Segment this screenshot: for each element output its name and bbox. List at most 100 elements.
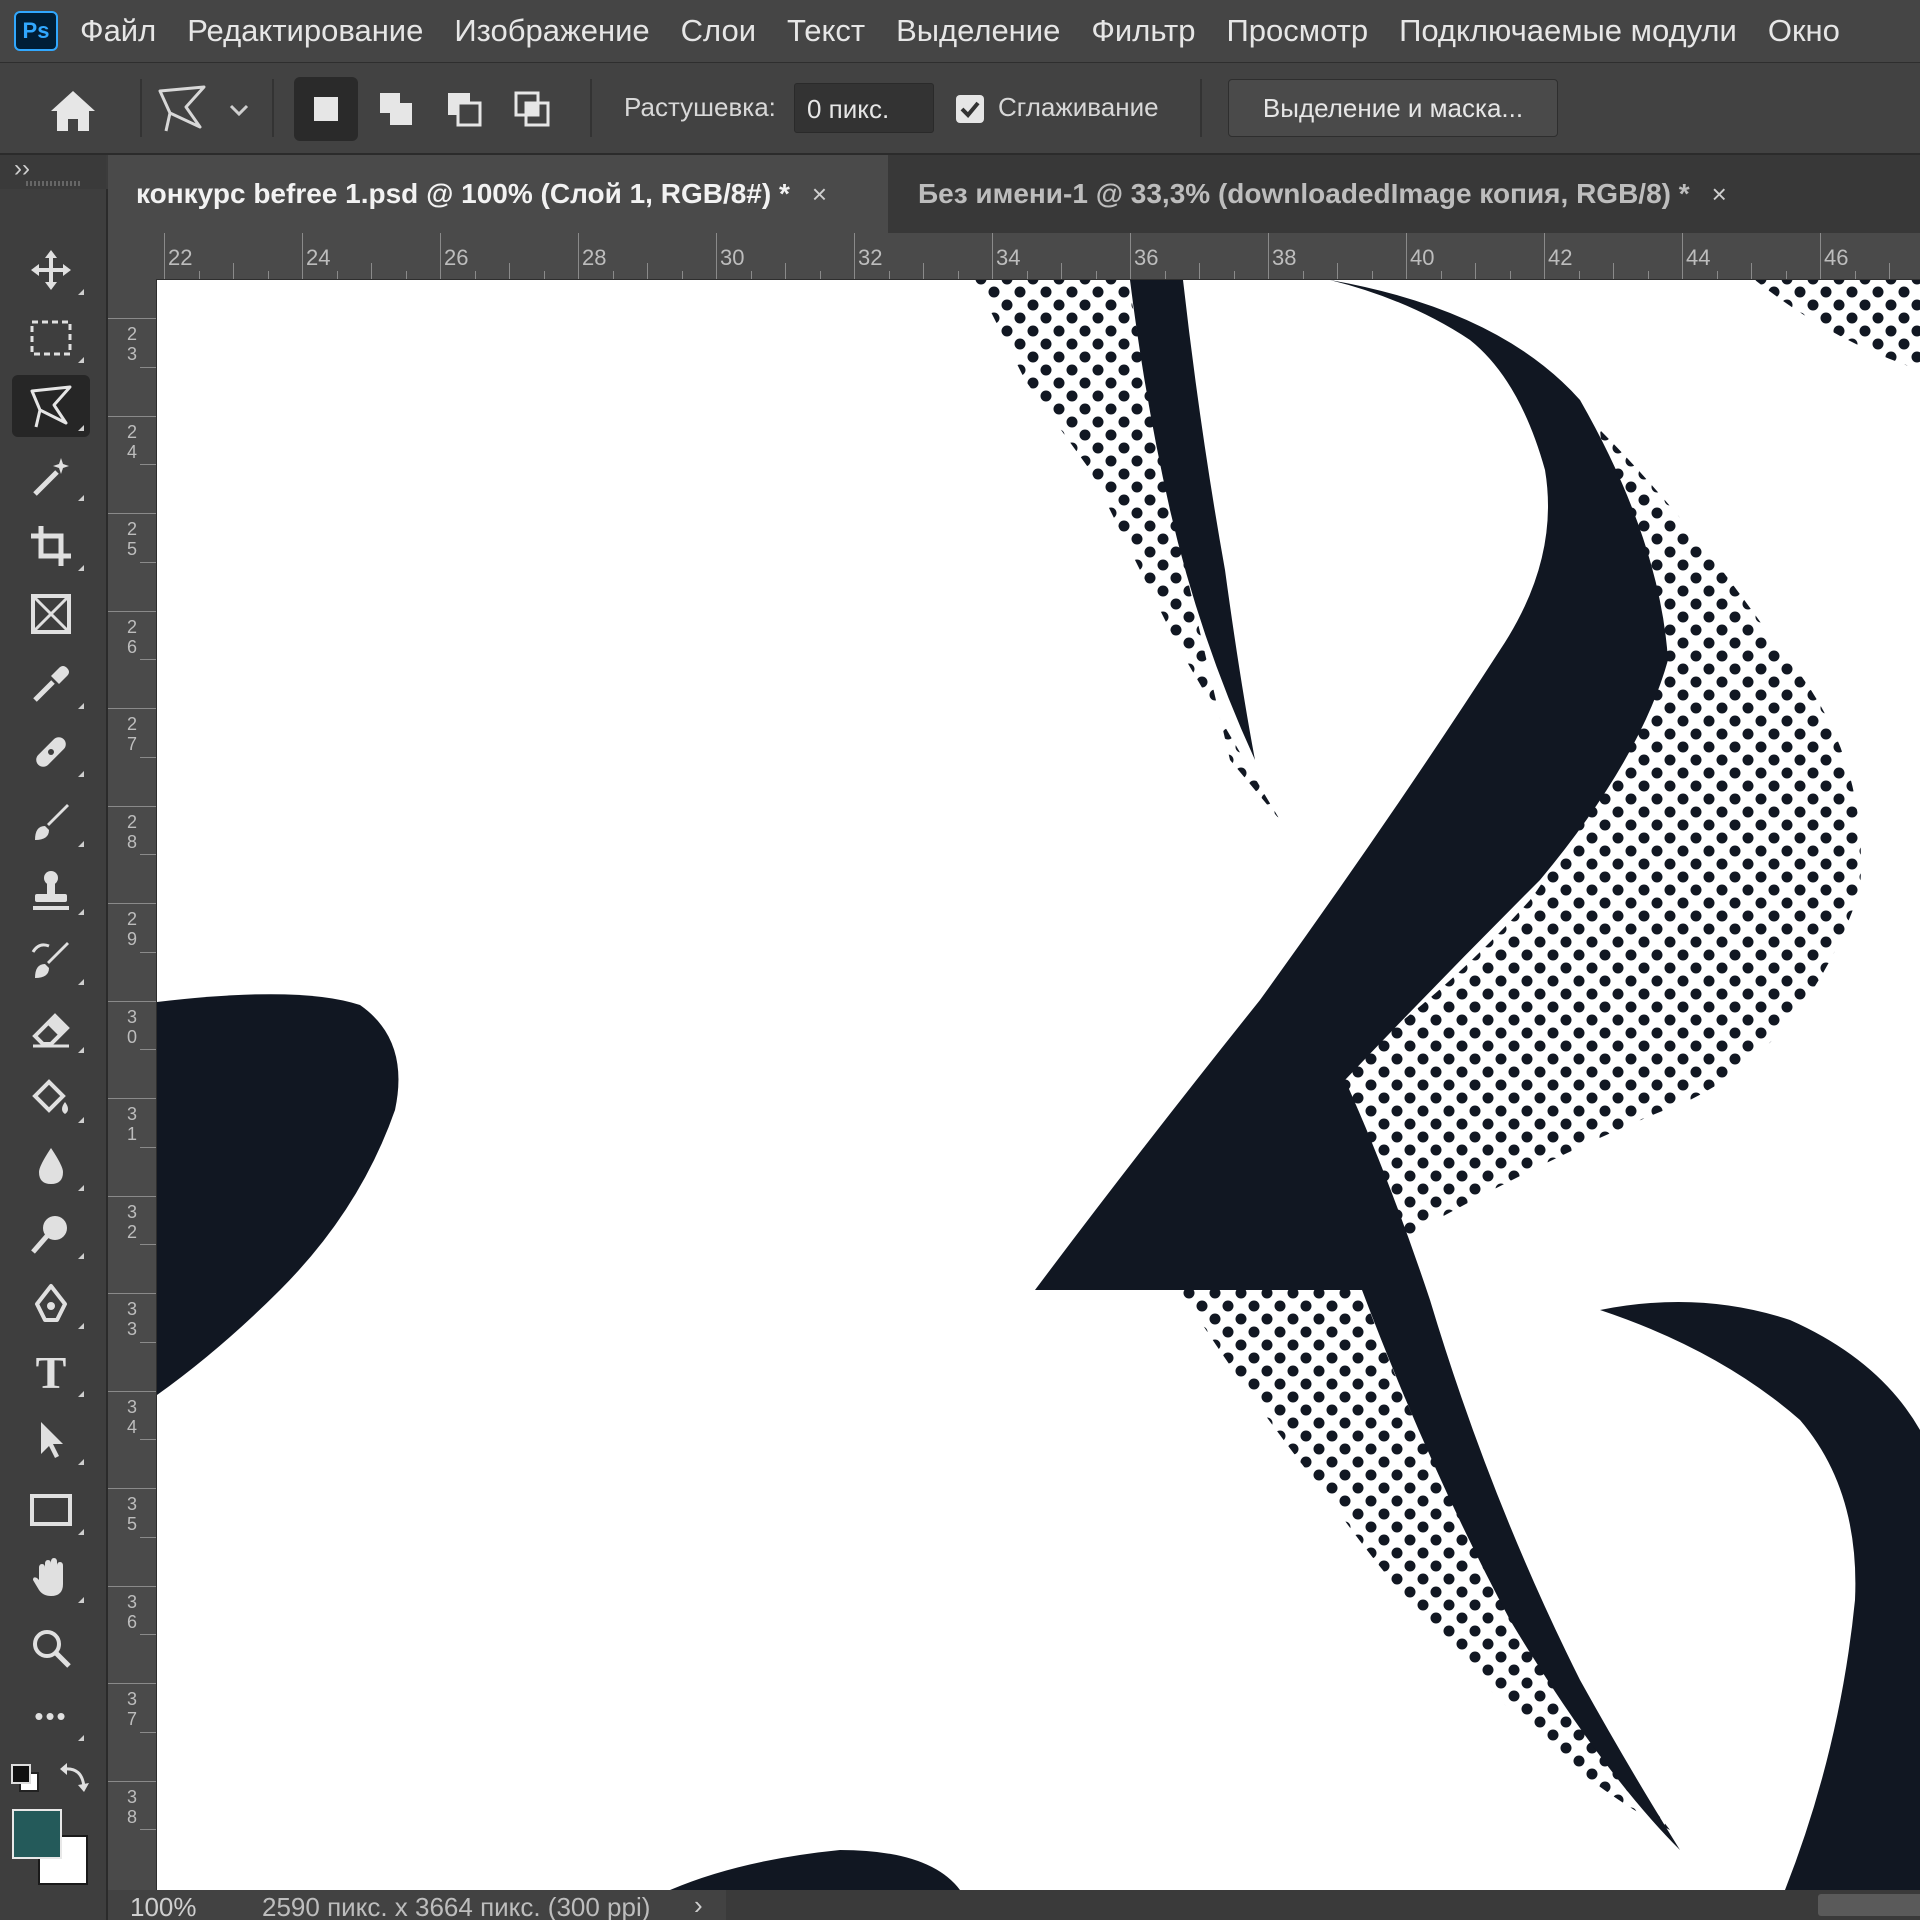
tool-preset-picker[interactable] xyxy=(156,83,210,135)
vertical-ruler[interactable]: 23 24 25 26 27 28 29 30 31 32 33 34 35 36 37 38 xyxy=(108,279,157,1890)
ruler-tick xyxy=(578,233,579,279)
ruler-minor-tick xyxy=(1233,271,1235,279)
ruler-tick xyxy=(108,1195,156,1197)
ruler-label: 24 xyxy=(126,421,137,462)
ruler-minor-tick xyxy=(140,854,156,856)
home-button[interactable] xyxy=(48,89,98,133)
menu-window[interactable]: Окно xyxy=(1768,13,1840,49)
healing-brush-tool[interactable] xyxy=(12,721,90,783)
ruler-label: 32 xyxy=(858,245,883,270)
add-to-selection-button[interactable] xyxy=(364,77,428,141)
brush-tool[interactable] xyxy=(12,791,90,853)
close-icon[interactable]: × xyxy=(1712,179,1727,210)
type-tool[interactable]: T xyxy=(12,1341,90,1403)
frame-tool[interactable] xyxy=(12,583,90,645)
horizontal-ruler[interactable]: 22 24 26 28 30 32 34 36 38 40 42 44 46 xyxy=(156,233,1920,280)
move-tool[interactable] xyxy=(12,239,90,301)
ruler-label: 38 xyxy=(1272,245,1297,270)
eyedropper-tool[interactable] xyxy=(12,653,90,715)
pen-tool[interactable] xyxy=(12,1273,90,1335)
ink-shape xyxy=(157,994,399,1395)
ruler-minor-tick xyxy=(1785,271,1787,279)
collapse-toolbar-icon[interactable]: ›› xyxy=(14,155,30,183)
ruler-minor-tick xyxy=(509,263,510,279)
path-selection-tool[interactable] xyxy=(12,1409,90,1471)
close-icon[interactable]: × xyxy=(812,179,827,210)
new-selection-button[interactable] xyxy=(294,77,358,141)
polygonal-lasso-icon xyxy=(30,385,72,428)
tab-untitled-1[interactable]: Без имени-1 @ 33,3% (downloadedImage коп… xyxy=(890,155,1900,233)
eyedropper-icon xyxy=(33,666,69,702)
type-icon: T xyxy=(35,1346,67,1398)
antialias-checkbox[interactable] xyxy=(956,95,984,123)
ruler-minor-tick xyxy=(474,271,476,279)
ruler-origin[interactable] xyxy=(108,233,156,279)
ruler-minor-tick xyxy=(140,756,156,758)
hand-tool[interactable] xyxy=(12,1547,90,1609)
ruler-tick xyxy=(108,1098,156,1099)
ruler-label: 36 xyxy=(126,1591,137,1632)
paint-bucket-tool[interactable] xyxy=(12,1067,90,1129)
scrollbar-thumb[interactable] xyxy=(1818,1894,1920,1916)
select-and-mask-button[interactable]: Выделение и маска... xyxy=(1228,79,1558,137)
ruler-minor-tick xyxy=(1613,263,1614,279)
rectangle-tool[interactable] xyxy=(12,1479,90,1541)
menu-view[interactable]: Просмотр xyxy=(1227,13,1369,49)
chevron-down-icon[interactable] xyxy=(226,97,252,123)
menu-select[interactable]: Выделение xyxy=(896,13,1060,49)
menu-plugins[interactable]: Подключаемые модули xyxy=(1399,13,1737,49)
foreground-color-swatch[interactable] xyxy=(12,1809,62,1859)
ruler-label: 42 xyxy=(1548,245,1573,270)
toolbar-grip[interactable] xyxy=(26,181,80,186)
swap-colors-button[interactable] xyxy=(58,1761,90,1793)
brush-icon xyxy=(35,804,69,840)
ruler-minor-tick xyxy=(1440,271,1442,279)
ruler-minor-tick xyxy=(1475,263,1476,279)
marquee-tool[interactable] xyxy=(12,307,90,369)
history-brush-tool[interactable] xyxy=(12,929,90,991)
more-tools-button[interactable]: ••• xyxy=(12,1685,90,1747)
eraser-tool[interactable] xyxy=(12,997,90,1059)
menu-type[interactable]: Текст xyxy=(787,13,865,49)
horizontal-scrollbar[interactable] xyxy=(726,1890,1920,1920)
rectangle-icon xyxy=(30,1494,72,1526)
eraser-icon xyxy=(32,1013,70,1048)
ruler-minor-tick xyxy=(140,1536,156,1538)
zoom-level[interactable]: 100% xyxy=(130,1892,197,1920)
crop-tool[interactable] xyxy=(12,515,90,577)
clone-stamp-tool[interactable] xyxy=(12,859,90,921)
ruler-tick xyxy=(108,610,156,612)
ruler-tick xyxy=(108,1488,156,1489)
menu-file[interactable]: Файл xyxy=(80,13,156,49)
dodge-tool[interactable] xyxy=(12,1203,90,1265)
default-colors-button[interactable] xyxy=(10,1763,40,1793)
menu-layers[interactable]: Слои xyxy=(681,13,756,49)
ruler-minor-tick xyxy=(1578,271,1580,279)
menu-filter[interactable]: Фильтр xyxy=(1091,13,1195,49)
blur-tool[interactable] xyxy=(12,1135,90,1197)
ruler-label: 34 xyxy=(996,245,1021,270)
ruler-minor-tick xyxy=(140,561,156,563)
ruler-tick xyxy=(108,415,156,417)
intersect-selection-button[interactable] xyxy=(500,77,564,141)
ruler-minor-tick xyxy=(1889,263,1890,279)
feather-input[interactable]: 0 пикс. xyxy=(794,83,934,133)
ruler-tick xyxy=(164,233,165,279)
tab-konkurs-befree[interactable]: конкурс befree 1.psd @ 100% (Слой 1, RGB… xyxy=(108,155,888,233)
paint-bucket-icon xyxy=(32,1079,68,1114)
ink-shape xyxy=(670,1850,960,1890)
magic-wand-tool[interactable] xyxy=(12,445,90,507)
menu-edit[interactable]: Редактирование xyxy=(187,13,423,49)
document-canvas[interactable] xyxy=(157,280,1920,1890)
zoom-tool[interactable] xyxy=(12,1617,90,1679)
polygonal-lasso-tool[interactable] xyxy=(12,375,90,437)
ruler-label: 30 xyxy=(126,1006,137,1047)
intersect-selection-icon xyxy=(514,91,550,127)
status-menu-arrow-icon[interactable]: › xyxy=(694,1890,703,1920)
ruler-tick xyxy=(108,513,156,514)
ruler-minor-tick xyxy=(785,263,786,279)
ruler-minor-tick xyxy=(140,1244,156,1246)
subtract-from-selection-button[interactable] xyxy=(432,77,496,141)
menu-image[interactable]: Изображение xyxy=(454,13,649,49)
ruler-tick xyxy=(108,708,156,709)
